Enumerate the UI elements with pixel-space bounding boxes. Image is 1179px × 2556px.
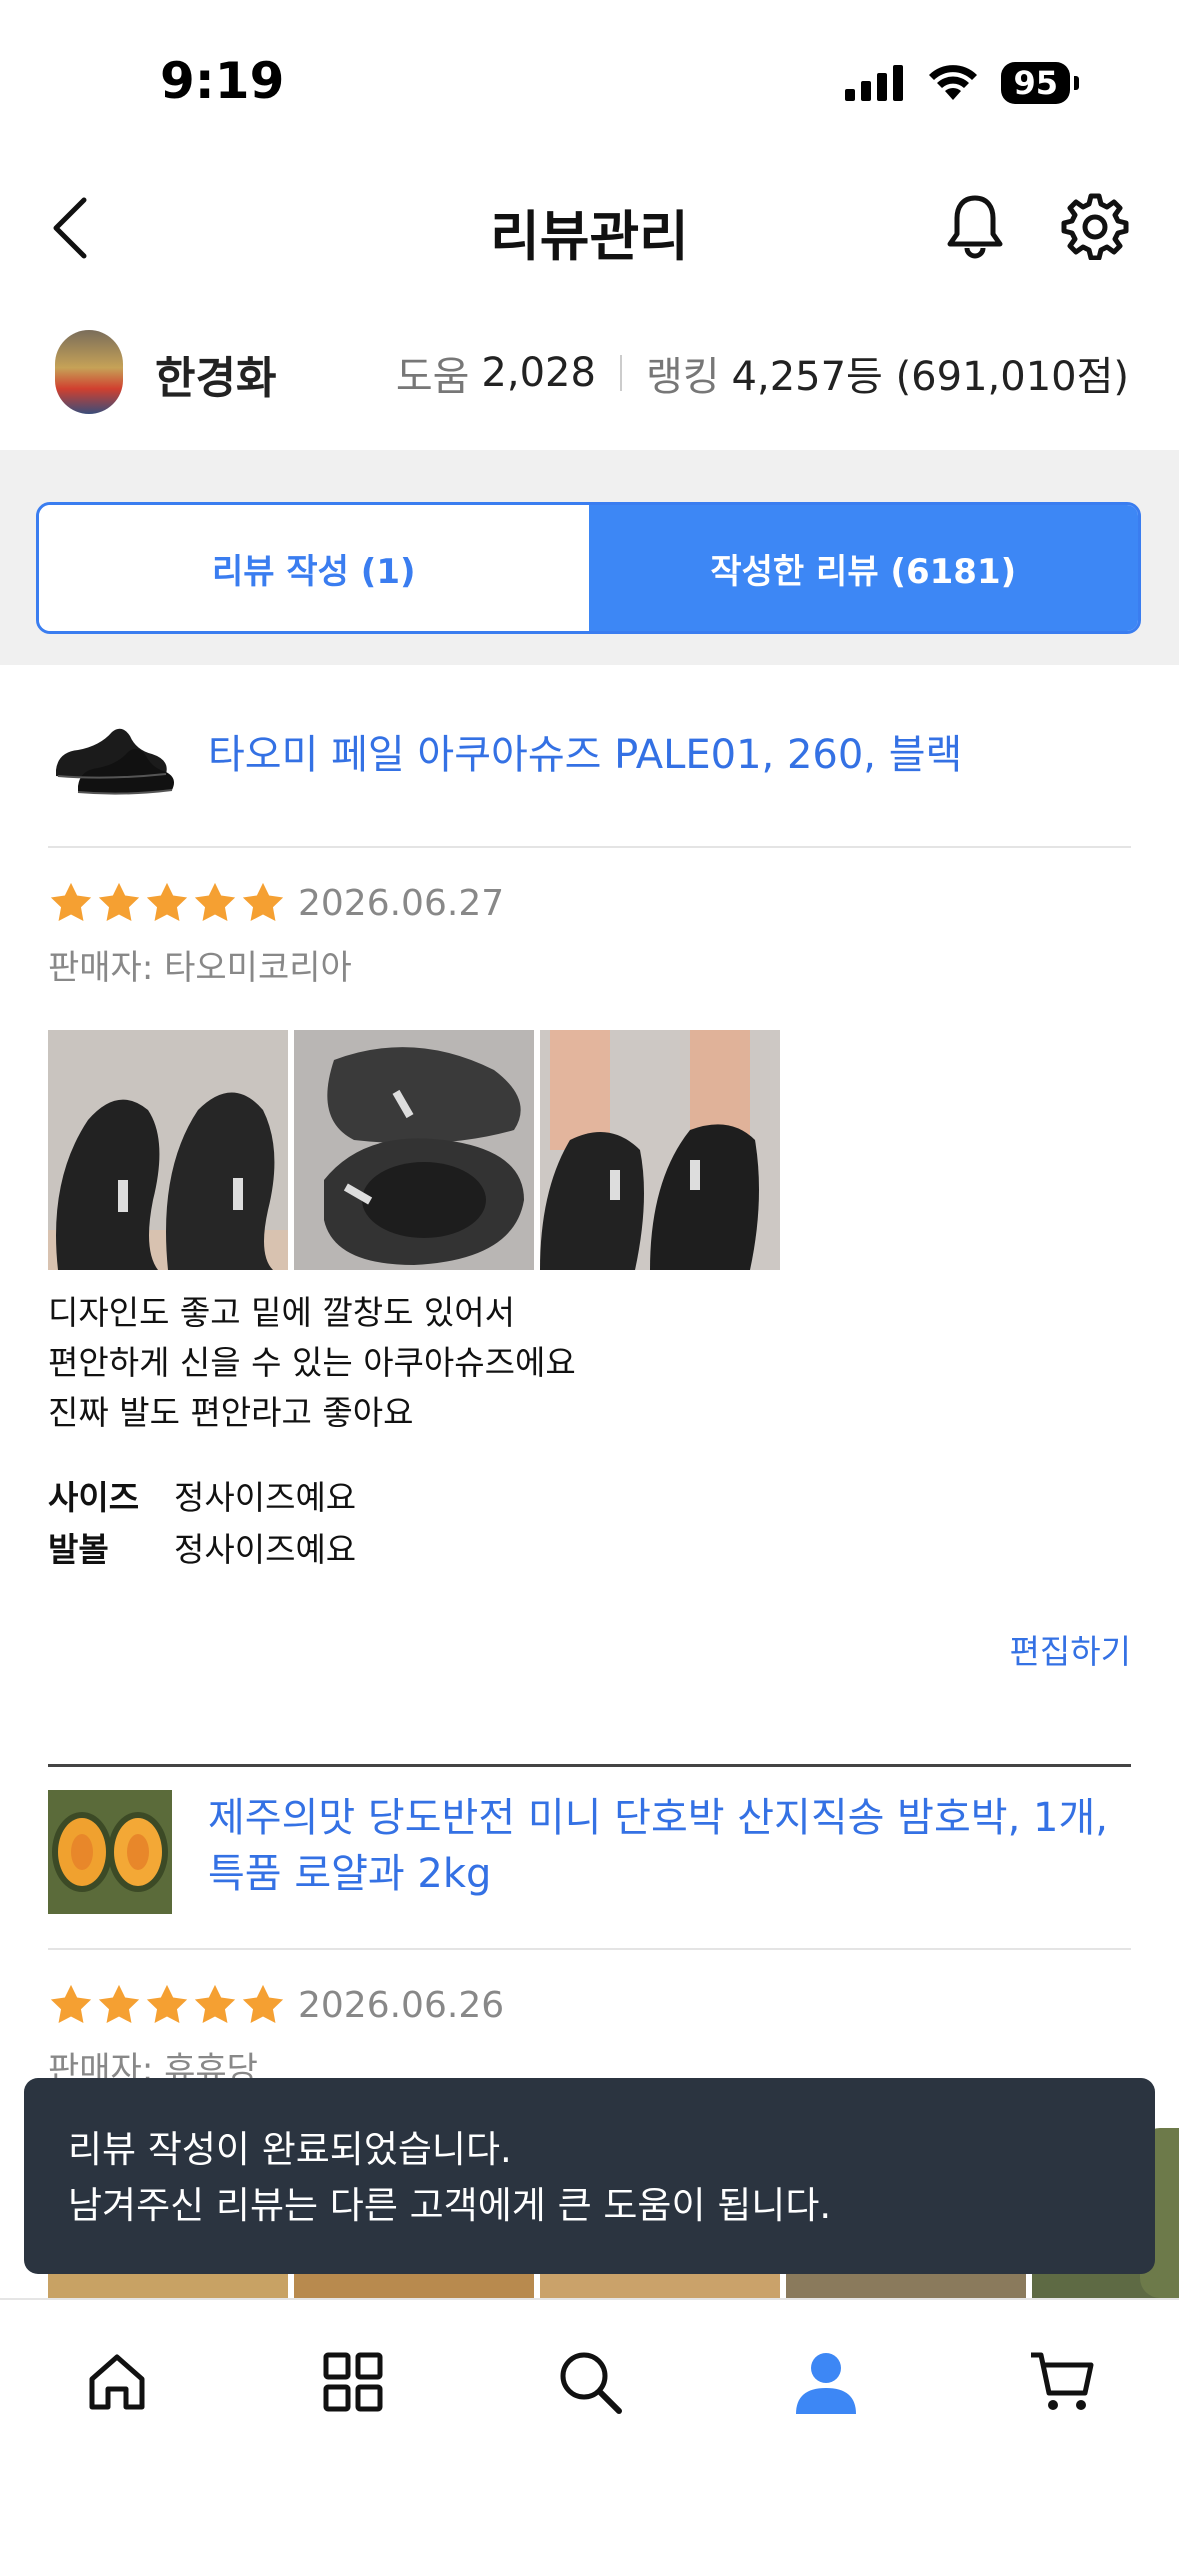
nav-cart[interactable]: [1022, 2342, 1102, 2422]
attr-key: 발볼: [48, 1530, 109, 1569]
profile-stats: 도움 2,028 랭킹 4,257등 (691,010점): [396, 344, 1129, 402]
stat-divider: [619, 355, 622, 391]
star-rating: [48, 880, 286, 926]
star-icon: [242, 1984, 284, 2024]
review-tabs: 리뷰 작성 (1) 작성한 리뷰 (6181): [36, 502, 1141, 634]
nav-my-page[interactable]: [786, 2342, 866, 2422]
star-icon: [98, 1984, 140, 2024]
star-icon: [194, 882, 236, 922]
nav-category[interactable]: [313, 2342, 393, 2422]
review-photo[interactable]: [294, 1030, 534, 1270]
battery-level: 95: [1001, 62, 1070, 104]
search-icon: [560, 2352, 622, 2414]
product-thumbnail-shoes[interactable]: [48, 700, 178, 810]
review-text-line: 진짜 발도 편안라고 좋아요: [48, 1393, 414, 1432]
product-thumbnail-pumpkin[interactable]: [48, 1790, 172, 1914]
rank-value: 4,257등 (691,010점): [731, 354, 1129, 400]
review-text: 디자인도 좋고 밑에 깔창도 있어서 편안하게 신을 수 있는 아쿠아슈즈에요 …: [48, 1288, 576, 1438]
toast-line: 남겨주신 리뷰는 다른 고객에게 큰 도움이 됩니다.: [68, 2184, 832, 2227]
profile-summary: 한경화 도움 2,028 랭킹 4,257등 (691,010점): [0, 320, 1179, 420]
star-icon: [146, 1984, 188, 2024]
attr-row: 사이즈 정사이즈예요: [48, 1472, 356, 1524]
attr-row: 발볼 정사이즈예요: [48, 1524, 356, 1576]
tab-written-reviews[interactable]: 작성한 리뷰 (6181): [588, 505, 1138, 631]
wifi-icon: [929, 65, 978, 100]
home-icon: [89, 2354, 145, 2410]
review-photo[interactable]: [540, 1030, 780, 1270]
review-photo[interactable]: [48, 1030, 288, 1270]
seller-name: 판매자: 타오미코리아: [48, 948, 352, 988]
nav-home[interactable]: [77, 2342, 157, 2422]
product-title[interactable]: 타오미 페일 아쿠아슈즈 PALE01, 260, 블랙: [208, 727, 962, 783]
product-title[interactable]: 제주의맛 당도반전 미니 단호박 산지직송 밤호박, 1개, 특품 로얄과 2k…: [208, 1790, 1108, 1902]
bell-icon: [947, 195, 1003, 259]
review-photo[interactable]: [540, 2270, 780, 2300]
review-text-line: 디자인도 좋고 밑에 깔창도 있어서: [48, 1293, 515, 1332]
edit-review-link[interactable]: 편집하기: [1010, 1625, 1131, 1673]
nav-search[interactable]: [550, 2342, 630, 2422]
tabs-area: 리뷰 작성 (1) 작성한 리뷰 (6181): [0, 450, 1179, 665]
notifications-button[interactable]: [940, 190, 1010, 260]
review-photos: [48, 1030, 780, 1270]
review-photo[interactable]: [294, 2270, 534, 2300]
status-time: 9:19: [160, 52, 285, 110]
rating-row: 2026.06.27: [48, 880, 504, 926]
bottom-navigation: [0, 2298, 1179, 2556]
review-product-row[interactable]: 타오미 페일 아쿠아슈즈 PALE01, 260, 블랙: [48, 700, 1131, 810]
star-icon: [50, 882, 92, 922]
help-label: 도움: [395, 354, 470, 400]
review-date: 2026.06.26: [298, 1984, 505, 2026]
settings-button[interactable]: [1060, 190, 1130, 261]
attr-value: 정사이즈예요: [174, 1478, 357, 1517]
profile-icon: [796, 2353, 856, 2414]
toast-line: 리뷰 작성이 완료되었습니다.: [68, 2128, 512, 2171]
review-attributes: 사이즈 정사이즈예요 발볼 정사이즈예요: [48, 1472, 356, 1576]
category-icon: [323, 2352, 383, 2412]
star-icon: [50, 1984, 92, 2024]
status-bar: 9:19 95: [0, 0, 1179, 160]
profile-name: 한경화: [155, 353, 277, 404]
attr-value: 정사이즈예요: [174, 1530, 357, 1569]
divider: [48, 846, 1131, 848]
app-header: 리뷰관리: [0, 170, 1179, 280]
avatar[interactable]: [55, 330, 123, 414]
review-separator: [48, 1764, 1131, 1767]
star-icon: [194, 1984, 236, 2024]
review-date: 2026.06.27: [298, 882, 505, 924]
tab-write-review[interactable]: 리뷰 작성 (1): [39, 505, 589, 631]
attr-key: 사이즈: [48, 1478, 140, 1517]
star-icon: [98, 882, 140, 922]
star-icon: [146, 882, 188, 922]
divider: [48, 1948, 1131, 1950]
review-photo[interactable]: [48, 2270, 288, 2300]
review-product-row[interactable]: 제주의맛 당도반전 미니 단호박 산지직송 밤호박, 1개, 특품 로얄과 2k…: [48, 1790, 1131, 1914]
gear-icon: [1061, 193, 1129, 261]
review-photo[interactable]: [786, 2270, 1026, 2300]
cart-icon: [1031, 2352, 1094, 2410]
help-value: 2,028: [481, 350, 596, 396]
battery-tip: [1074, 76, 1079, 90]
status-indicators: 95: [845, 62, 1079, 104]
rating-row: 2026.06.26: [48, 1982, 504, 2028]
review-text-line: 편안하게 신을 수 있는 아쿠아슈즈에요: [48, 1343, 576, 1382]
star-icon: [242, 882, 284, 922]
star-rating: [48, 1982, 286, 2028]
toast-message: 리뷰 작성이 완료되었습니다. 남겨주신 리뷰는 다른 고객에게 큰 도움이 됩…: [24, 2078, 1155, 2274]
review-photos-peek: [48, 2270, 1179, 2300]
rank-label: 랭킹: [645, 354, 720, 400]
cellular-signal-icon: [845, 65, 904, 101]
